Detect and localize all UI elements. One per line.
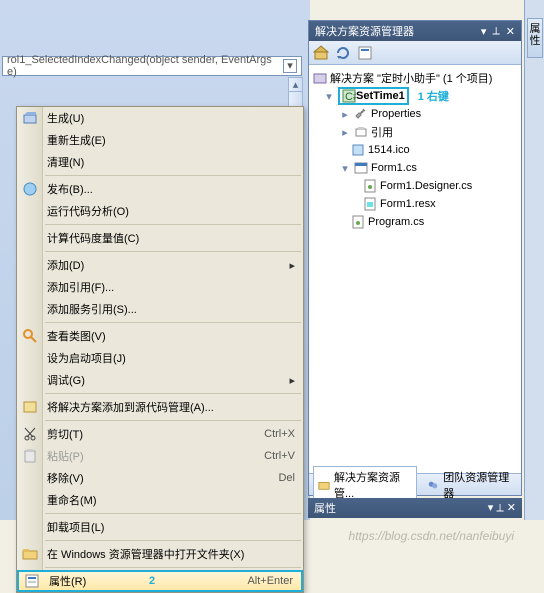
collapse-icon[interactable]: ▾ (323, 90, 335, 103)
solution-tree: 解决方案 "定时小助手" (1 个项目) ▾ C# SetTime1 1 右键 … (309, 65, 521, 235)
panel-toolbar (309, 41, 521, 65)
project-node[interactable]: ▾ C# SetTime1 1 右键 (309, 87, 521, 105)
properties-title: 属性 (314, 500, 336, 516)
tree-node[interactable]: ▸Properties (309, 105, 521, 123)
menu-add[interactable]: 添加(D)▸ (17, 254, 303, 276)
home-icon[interactable] (313, 45, 329, 61)
menu-startup[interactable]: 设为启动项目(J) (17, 347, 303, 369)
menu-add-service[interactable]: 添加服务引用(S)... (17, 298, 303, 320)
solution-icon (313, 71, 327, 85)
close-icon[interactable]: ✕ (507, 502, 516, 514)
dropdown-icon[interactable]: ▾ (488, 502, 494, 514)
form-icon (354, 161, 368, 175)
properties-icon (24, 573, 40, 589)
menu-code-analysis[interactable]: 运行代码分析(O) (17, 200, 303, 222)
menu-unload[interactable]: 卸载项目(L) (17, 516, 303, 538)
menu-add-reference[interactable]: 添加引用(F)... (17, 276, 303, 298)
menu-class-diagram[interactable]: 查看类图(V) (17, 325, 303, 347)
panel-tabs: 解决方案资源管... 团队资源管理器 (309, 473, 521, 495)
menu-debug[interactable]: 调试(G)▸ (17, 369, 303, 391)
svg-text:C#: C# (345, 91, 356, 103)
pin-icon[interactable]: ⟂ (492, 25, 499, 38)
menu-cut[interactable]: 剪切(T)Ctrl+X (17, 423, 303, 445)
menu-build[interactable]: 生成(U) (17, 107, 303, 129)
show-all-icon[interactable] (357, 45, 373, 61)
resx-icon (363, 197, 377, 211)
team-icon (427, 479, 439, 491)
panel-titlebar: 解决方案资源管理器 ▾ ⟂ ✕ (309, 21, 521, 41)
side-dock: 属性 (524, 0, 544, 520)
combobox[interactable]: rol1_SelectedIndexChanged(object sender,… (2, 56, 302, 76)
context-menu: 生成(U) 重新生成(E) 清理(N) 发布(B)... 运行代码分析(O) 计… (16, 106, 304, 593)
panel-title-text: 解决方案资源管理器 (315, 23, 414, 39)
menu-code-metrics[interactable]: 计算代码度量值(C) (17, 227, 303, 249)
project-highlight: C# SetTime1 (338, 87, 409, 105)
chevron-down-icon[interactable]: ▾ (283, 59, 297, 73)
csproj-icon: C# (342, 89, 356, 103)
combo-text: rol1_SelectedIndexChanged(object sender,… (7, 54, 283, 78)
source-control-icon (22, 399, 38, 415)
tree-node[interactable]: Form1.Designer.cs (309, 177, 521, 195)
annotation-2: 2 (149, 575, 155, 587)
annotation-1: 1 右键 (418, 88, 449, 104)
menu-rebuild[interactable]: 重新生成(E) (17, 129, 303, 151)
chevron-right-icon: ▸ (289, 259, 295, 272)
chevron-right-icon: ▸ (289, 374, 295, 387)
folder-icon (318, 479, 330, 491)
close-icon[interactable]: ✕ (506, 25, 515, 38)
properties-titlebar: 属性 ▾ ⟂ ✕ (308, 498, 522, 518)
menu-properties[interactable]: 属性(R)2Alt+Enter (17, 570, 303, 592)
scroll-up-icon[interactable]: ▴ (289, 78, 302, 92)
tree-node[interactable]: Program.cs (309, 213, 521, 231)
publish-icon (22, 181, 38, 197)
solution-explorer-panel: 解决方案资源管理器 ▾ ⟂ ✕ 解决方案 "定时小助手" (1 个项目) ▾ C… (308, 20, 522, 496)
tree-node[interactable]: ▸引用 (309, 123, 521, 141)
menu-open-explorer[interactable]: 在 Windows 资源管理器中打开文件夹(X) (17, 543, 303, 565)
tree-node[interactable]: Form1.resx (309, 195, 521, 213)
search-icon (22, 328, 38, 344)
watermark: https://blog.csdn.net/nanfeibuyi (349, 529, 514, 543)
references-icon (354, 125, 368, 139)
folder-open-icon (22, 546, 38, 562)
cut-icon (22, 426, 38, 442)
build-icon (22, 110, 38, 126)
paste-icon (22, 448, 38, 464)
tree-node[interactable]: 1514.ico (309, 141, 521, 159)
ico-file-icon (351, 143, 365, 157)
refresh-icon[interactable] (335, 45, 351, 61)
dropdown-icon[interactable]: ▾ (481, 25, 487, 38)
cs-file-icon (363, 179, 377, 193)
menu-add-source-control[interactable]: 将解决方案添加到源代码管理(A)... (17, 396, 303, 418)
menu-publish[interactable]: 发布(B)... (17, 178, 303, 200)
menu-rename[interactable]: 重命名(M) (17, 489, 303, 511)
properties-tab[interactable]: 属性 (527, 18, 543, 58)
solution-root[interactable]: 解决方案 "定时小助手" (1 个项目) (309, 69, 521, 87)
wrench-icon (354, 107, 368, 121)
cs-file-icon (351, 215, 365, 229)
menu-clean[interactable]: 清理(N) (17, 151, 303, 173)
menu-paste: 粘贴(P)Ctrl+V (17, 445, 303, 467)
tree-node[interactable]: ▾Form1.cs (309, 159, 521, 177)
pin-icon[interactable]: ⟂ (496, 502, 503, 514)
menu-remove[interactable]: 移除(V)Del (17, 467, 303, 489)
